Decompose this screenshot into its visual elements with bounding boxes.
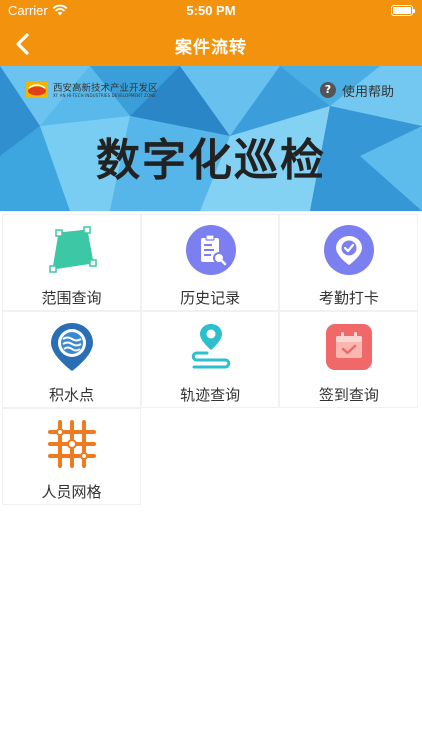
area-polygon-icon: [49, 226, 97, 273]
help-label: 使用帮助: [342, 85, 395, 100]
status-bar: Carrier 5:50 PM: [0, 0, 422, 22]
org-name: 西安高新技术产业开发区: [53, 83, 158, 94]
empty-cell: [280, 409, 418, 504]
menu-item-label: 积水点: [48, 386, 94, 404]
banner-title: 数字化巡检: [96, 135, 326, 186]
org-name-english: XI' AN HI-TECH INDUSTRIES DEVELOPMENT ZO…: [53, 93, 156, 98]
empty-cell: [141, 409, 279, 504]
menu-item-label: 历史记录: [180, 289, 241, 307]
personnel-grid-icon: [48, 420, 96, 468]
menu-item-history[interactable]: 历史记录: [141, 215, 279, 310]
menu-item-label: 轨迹查询: [180, 386, 241, 404]
menu-item-personnel-grid[interactable]: 人员网格: [3, 409, 140, 504]
navigation-bar: 案件流转: [0, 22, 422, 66]
menu-item-label: 范围查询: [41, 289, 102, 307]
menu-item-label: 考勤打卡: [318, 289, 379, 307]
signin-calendar-icon: [326, 324, 373, 370]
banner: 西安高新技术产业开发区 XI' AN HI-TECH INDUSTRIES DE…: [0, 66, 422, 211]
page-title: 案件流转: [175, 38, 247, 58]
menu-item-range-query[interactable]: 范围查询: [3, 215, 140, 310]
menu-item-waterlogging[interactable]: 积水点: [3, 312, 140, 407]
clock: 5:50 PM: [186, 3, 236, 18]
logo-icon: [26, 82, 48, 98]
menu-grid: 范围查询 历史记录 考勤打卡 积水点 轨迹查询 签到查询 人员网格: [3, 215, 419, 506]
menu-item-attendance[interactable]: 考勤打卡: [280, 215, 418, 310]
menu-item-signin-query[interactable]: 签到查询: [280, 312, 418, 407]
battery-icon: [391, 5, 415, 16]
menu-item-label: 人员网格: [41, 483, 102, 501]
history-clipboard-icon: [185, 225, 236, 275]
menu-item-track-query[interactable]: 轨迹查询: [141, 312, 279, 407]
help-link[interactable]: ? 使用帮助: [320, 80, 402, 100]
track-route-icon: [191, 324, 230, 369]
attendance-checkin-icon: [324, 225, 375, 275]
help-icon: ?: [320, 82, 336, 98]
waterlogging-pin-icon: [51, 323, 93, 371]
menu-item-label: 签到查询: [318, 386, 379, 404]
